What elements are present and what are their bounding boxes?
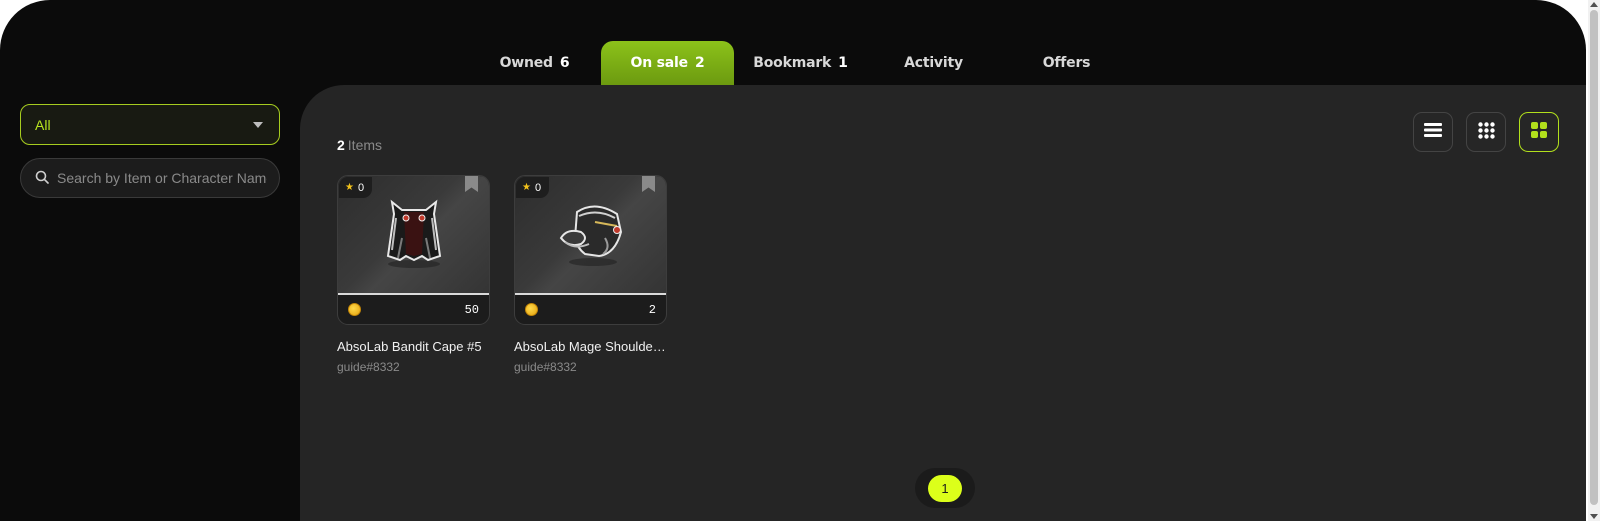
tab-bookmark[interactable]: Bookmark 1: [734, 41, 867, 85]
shoulder-icon: [555, 198, 627, 274]
tab-offers[interactable]: Offers: [1000, 41, 1133, 85]
search-icon: [35, 169, 49, 188]
tab-label: Owned: [499, 55, 554, 71]
search-input[interactable]: [57, 170, 267, 186]
item-owner: guide#8332: [514, 360, 577, 374]
scroll-down-icon[interactable]: [1590, 514, 1598, 519]
page-frame: Owned 6 On sale 2 Bookmark 1 Activity Of…: [0, 0, 1586, 521]
item-image: ★ 0: [515, 176, 666, 295]
list-view-button[interactable]: [1413, 112, 1453, 152]
results-count: 2 Items: [337, 137, 382, 153]
star-icon: ★: [345, 182, 354, 193]
item-card-footer: 50: [338, 295, 489, 324]
like-badge[interactable]: ★ 0: [339, 177, 373, 198]
scrollbar[interactable]: [1588, 0, 1600, 521]
item-card[interactable]: ★ 0: [337, 175, 490, 374]
item-name: AbsoLab Bandit Cape #5: [337, 339, 482, 354]
item-card-box: ★ 0: [337, 175, 490, 325]
results-count-number: 2: [337, 137, 345, 153]
item-image: ★ 0: [338, 176, 489, 295]
coin-icon: [348, 303, 361, 316]
item-card-box: ★ 0: [514, 175, 667, 325]
pagination: 1: [915, 468, 975, 508]
item-price: 2: [648, 302, 656, 317]
item-name: AbsoLab Mage Shoulder Mount: [514, 339, 667, 354]
coin-icon: [525, 303, 538, 316]
scroll-up-icon[interactable]: [1590, 2, 1598, 7]
tab-count: 2: [694, 55, 705, 71]
item-card[interactable]: ★ 0: [514, 175, 667, 374]
list-icon: [1424, 122, 1442, 142]
tab-label: Offers: [1042, 55, 1091, 71]
small-grid-view-button[interactable]: [1466, 112, 1506, 152]
category-select[interactable]: All: [20, 104, 280, 145]
page-button-current[interactable]: 1: [928, 474, 962, 502]
bookmark-icon[interactable]: [464, 176, 479, 197]
tab-activity[interactable]: Activity: [867, 41, 1000, 85]
main-panel: [300, 85, 1586, 521]
item-card-footer: 2: [515, 295, 666, 324]
scroll-thumb[interactable]: [1590, 10, 1598, 505]
cape-icon: [378, 198, 450, 274]
category-select-value: All: [35, 116, 51, 133]
large-grid-view-button[interactable]: [1519, 112, 1559, 152]
search-box: [20, 158, 280, 198]
tab-label: On sale: [630, 55, 689, 71]
grid-large-icon: [1531, 122, 1547, 142]
item-owner: guide#8332: [337, 360, 400, 374]
grid-small-icon: [1477, 121, 1495, 143]
tab-count: 1: [838, 55, 848, 71]
item-price: 50: [464, 302, 479, 317]
tab-owned[interactable]: Owned 6: [468, 41, 601, 85]
tab-label: Activity: [904, 55, 963, 71]
results-count-label: Items: [347, 137, 383, 153]
tab-bar: Owned 6 On sale 2 Bookmark 1 Activity Of…: [468, 41, 1133, 85]
like-count: 0: [534, 181, 542, 194]
bookmark-icon[interactable]: [641, 176, 656, 197]
tab-label: Bookmark: [753, 55, 832, 71]
like-badge[interactable]: ★ 0: [516, 177, 550, 198]
tab-on-sale[interactable]: On sale 2: [601, 41, 734, 85]
tab-count: 6: [559, 55, 570, 71]
star-icon: ★: [522, 182, 531, 193]
chevron-down-icon: [253, 122, 263, 128]
like-count: 0: [357, 181, 365, 194]
